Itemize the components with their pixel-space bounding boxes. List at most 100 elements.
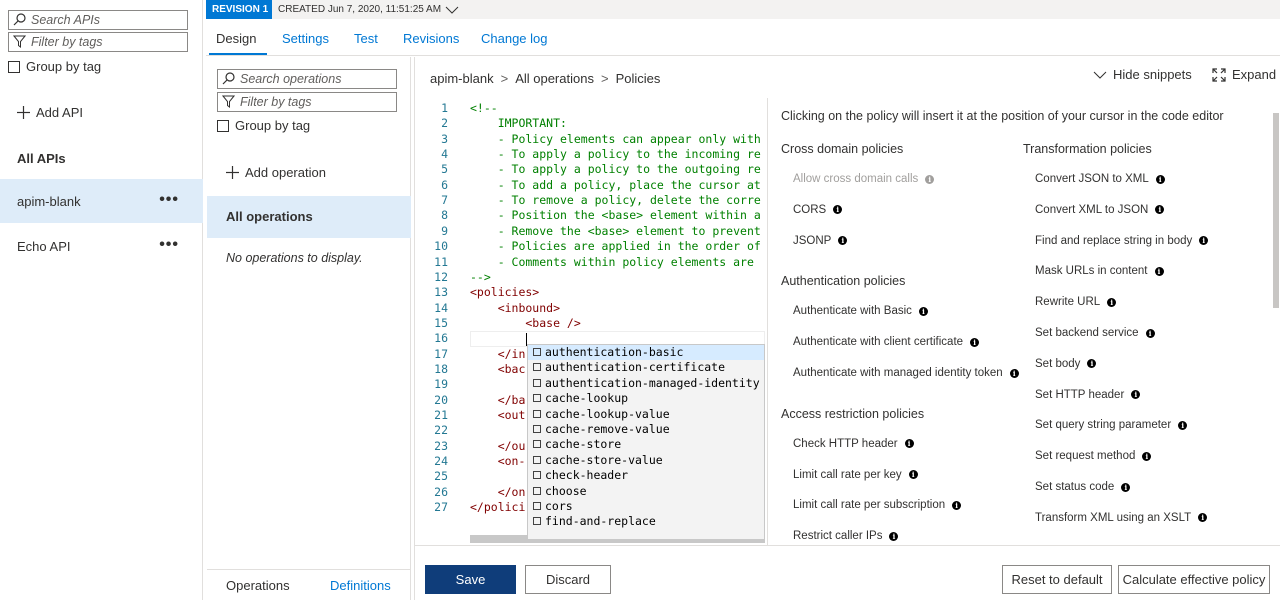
search-apis-input[interactable]: Search APIs — [8, 10, 188, 30]
add-operation-button[interactable]: Add operation — [226, 165, 326, 180]
policy-snippet-item[interactable]: Set body i — [1035, 358, 1097, 370]
tab-operations[interactable]: Operations — [226, 578, 290, 593]
policy-snippet-item[interactable]: Set backend service i — [1035, 327, 1155, 339]
policy-snippet-item[interactable]: Rewrite URL i — [1035, 296, 1117, 308]
filter-apis-input[interactable]: Filter by tags — [8, 32, 188, 52]
autocomplete-item[interactable]: authentication-certificate — [528, 360, 764, 375]
autocomplete-item-label: choose — [545, 483, 587, 498]
group-by-tag-operations-checkbox[interactable]: Group by tag — [217, 118, 310, 133]
policy-snippet-item[interactable]: Transform XML using an XSLT i — [1035, 512, 1208, 524]
info-icon[interactable]: i — [1121, 482, 1131, 492]
policy-snippet-item[interactable]: Authenticate with client certificate i — [793, 336, 980, 348]
autocomplete-item[interactable]: find-and-replace — [528, 514, 764, 529]
breadcrumb-api[interactable]: apim-blank — [430, 71, 494, 86]
tab-settings[interactable]: Settings — [282, 31, 329, 46]
tab-change-log[interactable]: Change log — [481, 31, 548, 46]
add-api-button[interactable]: Add API — [17, 105, 83, 120]
info-icon[interactable]: i — [952, 500, 962, 510]
info-icon[interactable]: i — [1145, 328, 1155, 338]
info-icon[interactable]: i — [1142, 451, 1152, 461]
policy-snippet-label: Check HTTP header — [793, 437, 898, 450]
all-operations-item[interactable]: All operations — [207, 196, 411, 238]
hide-snippets-button[interactable]: Hide snippets — [1093, 67, 1192, 82]
autocomplete-item[interactable]: authentication-managed-identity — [528, 376, 764, 391]
policy-snippets-panel: Clicking on the policy will insert it at… — [767, 98, 1270, 545]
policy-snippet-item[interactable]: Convert XML to JSON i — [1035, 204, 1165, 216]
line-number: 12 — [434, 269, 448, 284]
policy-snippet-item[interactable]: Limit call rate per key i — [793, 469, 918, 481]
policy-snippet-item[interactable]: Limit call rate per subscription i — [793, 499, 962, 511]
info-icon[interactable]: i — [925, 174, 935, 184]
more-options-icon[interactable]: ••• — [159, 236, 179, 254]
autocomplete-item[interactable]: cache-lookup — [528, 391, 764, 406]
expand-button[interactable]: Expand — [1212, 67, 1276, 82]
policy-snippet-item[interactable]: Set HTTP header i — [1035, 389, 1141, 401]
snippets-vertical-scrollbar[interactable] — [1270, 98, 1280, 545]
calculate-effective-policy-button[interactable]: Calculate effective policy — [1118, 565, 1270, 594]
info-icon[interactable]: i — [1199, 236, 1209, 246]
checkbox-box[interactable] — [217, 119, 229, 132]
info-icon[interactable]: i — [838, 236, 848, 246]
filter-operations-input[interactable]: Filter by tags — [217, 92, 397, 112]
info-icon[interactable]: i — [833, 205, 843, 215]
policy-snippet-item[interactable]: Set request method i — [1035, 450, 1152, 462]
api-item-echo-api[interactable]: Echo API ••• — [0, 224, 203, 268]
info-icon[interactable]: i — [1131, 390, 1141, 400]
group-by-tag-apis-checkbox[interactable]: Group by tag — [8, 59, 101, 74]
discard-button[interactable]: Discard — [525, 565, 611, 594]
autocomplete-item[interactable]: choose — [528, 484, 764, 499]
policy-snippet-item[interactable]: Restrict caller IPs i — [793, 530, 899, 542]
policy-snippet-item[interactable]: CORS i — [793, 204, 843, 216]
autocomplete-list[interactable]: authentication-basic authentication-certi… — [527, 344, 765, 540]
snippet-icon — [533, 378, 541, 387]
tab-definitions[interactable]: Definitions — [330, 578, 391, 593]
policy-snippet-item[interactable]: Set query string parameter i — [1035, 419, 1188, 431]
tab-revisions[interactable]: Revisions — [403, 31, 459, 46]
policy-snippet-item[interactable]: Find and replace string in body i — [1035, 235, 1209, 247]
search-operations-input[interactable]: Search operations — [217, 69, 397, 89]
revision-created-dropdown[interactable]: CREATED Jun 7, 2020, 11:51:25 AM — [278, 0, 459, 19]
info-icon[interactable]: i — [970, 337, 980, 347]
info-icon[interactable]: i — [1009, 368, 1019, 378]
info-icon[interactable]: i — [1155, 174, 1165, 184]
info-icon[interactable]: i — [904, 439, 914, 449]
info-icon[interactable]: i — [908, 470, 918, 480]
policy-snippet-label: Limit call rate per key — [793, 468, 902, 481]
info-icon[interactable]: i — [1178, 420, 1188, 430]
checkbox-box[interactable] — [8, 60, 20, 73]
snippets-intro-text: Clicking on the policy will insert it at… — [781, 109, 1224, 123]
autocomplete-item[interactable]: cache-remove-value — [528, 422, 764, 437]
policy-snippet-item[interactable]: Mask URLs in content i — [1035, 265, 1164, 277]
more-options-icon[interactable]: ••• — [159, 191, 179, 209]
autocomplete-item[interactable]: authentication-basic — [528, 345, 764, 361]
reset-to-default-button[interactable]: Reset to default — [1002, 565, 1112, 594]
code-editor[interactable]: 1 <!-- 2 IMPORTANT: 3 - Policy elements can… — [416, 98, 765, 545]
save-button[interactable]: Save — [425, 565, 516, 594]
info-icon[interactable]: i — [918, 306, 928, 316]
info-icon[interactable]: i — [1154, 266, 1164, 276]
info-icon[interactable]: i — [1087, 359, 1097, 369]
info-icon[interactable]: i — [1155, 205, 1165, 215]
breadcrumb: apim-blank > All operations > Policies — [430, 71, 660, 86]
autocomplete-item[interactable]: cache-lookup-value — [528, 407, 764, 422]
breadcrumb-operations[interactable]: All operations — [515, 71, 594, 86]
scrollbar-thumb[interactable] — [1273, 113, 1279, 308]
autocomplete-item[interactable]: cors — [528, 499, 764, 514]
policy-snippet-item[interactable]: Convert JSON to XML i — [1035, 173, 1165, 185]
autocomplete-item[interactable]: check-header — [528, 468, 764, 483]
api-item-apim-blank[interactable]: apim-blank ••• — [0, 179, 203, 223]
policy-snippet-item[interactable]: Check HTTP header i — [793, 438, 914, 450]
policy-snippet-item[interactable]: Authenticate with Basic i — [793, 305, 928, 317]
autocomplete-item[interactable]: cache-store — [528, 437, 764, 452]
tab-test[interactable]: Test — [354, 31, 378, 46]
autocomplete-item-label: cors — [545, 499, 573, 513]
policy-snippet-item[interactable]: JSONP i — [793, 235, 848, 247]
policy-snippet-item[interactable]: Authenticate with managed identity token… — [793, 367, 1019, 379]
tab-design[interactable]: Design — [216, 31, 256, 46]
info-icon[interactable]: i — [1107, 297, 1117, 307]
policy-snippet-item[interactable]: Set status code i — [1035, 481, 1131, 493]
line-number: 22 — [434, 423, 448, 438]
info-icon[interactable]: i — [1198, 513, 1208, 523]
autocomplete-item[interactable]: cache-store-value — [528, 453, 764, 468]
info-icon[interactable]: i — [889, 531, 899, 541]
